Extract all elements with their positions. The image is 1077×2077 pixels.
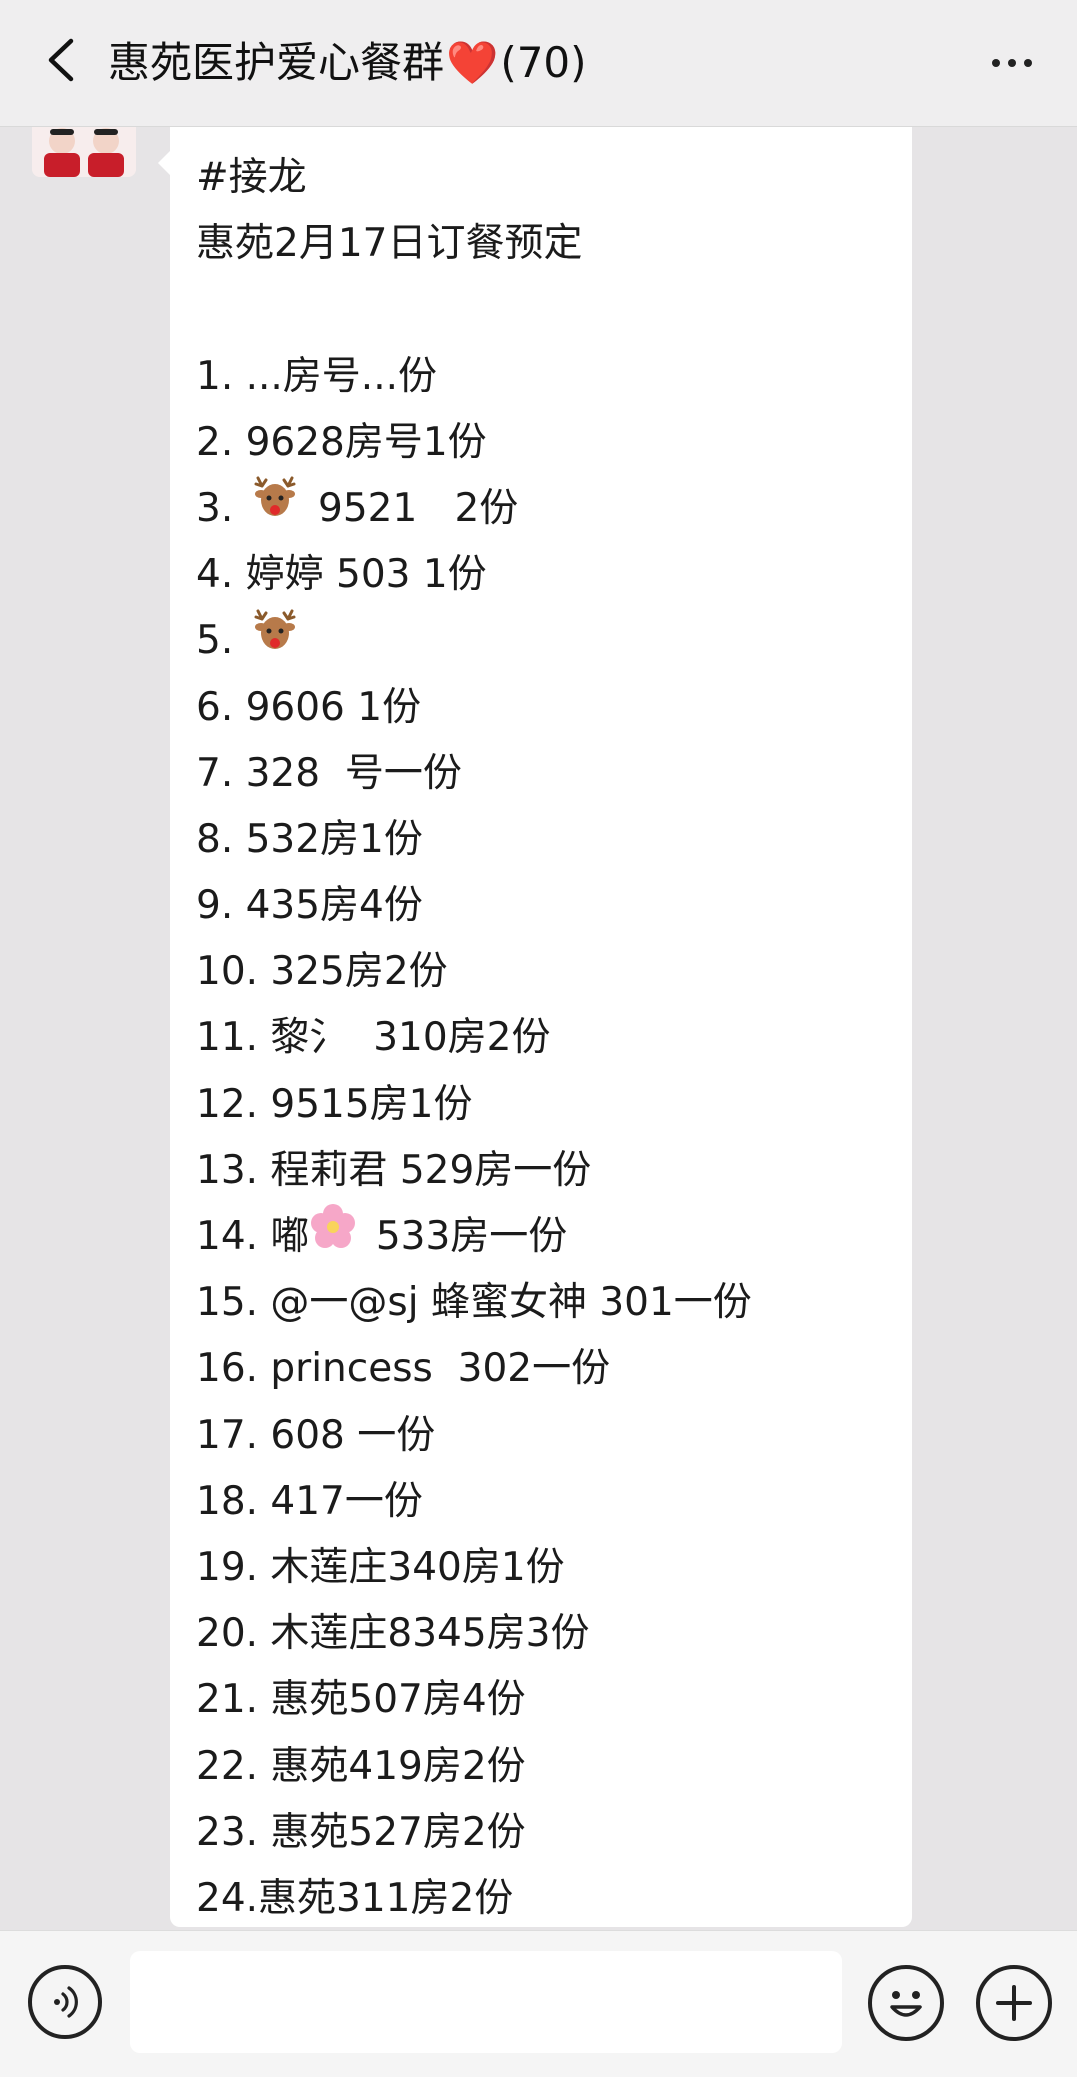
message-line: 9. 435房4份 [196,883,423,929]
message-line: 16. princess 302一份 [196,1346,611,1392]
plus-icon [996,1985,1032,2021]
message-line: 17. 608 一份 [196,1412,436,1458]
chat-header: 惠苑医护爱心餐群 ❤️ (70) [0,0,1077,127]
message-line: 11. 黎氵 310房2份 [196,1015,551,1061]
message-text: #接龙惠苑2月17日订餐预定 1. ...房号...份 2. 9628房号1份 3. … [196,145,896,1930]
heart-emoji: ❤️ [446,38,499,87]
message-line: 13. 程莉君 529房一份 [196,1147,592,1193]
message-line: 12. 9515房1份 [196,1081,473,1127]
message-line: 8. 532房1份 [196,816,423,862]
member-count: (70) [500,38,587,87]
message-line: 1. ...房号...份 [196,353,437,399]
message-line: 10. 325房2份 [196,949,448,995]
group-name: 惠苑医护爱心餐群 [108,38,445,87]
message-line: 24.惠苑311房2份 [196,1875,514,1921]
message-line: 15. @一@sj 蜂蜜女神 301一份 [196,1280,752,1326]
message-line: 5. [196,608,896,674]
message-line: 7. 328 号一份 [196,750,462,796]
avatar[interactable] [32,127,136,177]
emoji-button[interactable] [868,1965,944,2041]
message-bubble[interactable]: #接龙惠苑2月17日订餐预定 1. ...房号...份 2. 9628房号1份 3. … [158,127,912,1930]
voice-icon [54,1986,78,2018]
chat-title: 惠苑医护爱心餐群 ❤️ (70) [108,30,587,96]
message-line: 23. 惠苑527房2份 [196,1809,526,1855]
message-line: 14. 嘟 533房一份 [196,1203,896,1272]
input-bar [0,1930,1077,2077]
message-line: 22. 惠苑419房2份 [196,1743,526,1789]
deer-emoji-icon [250,474,300,543]
chat-area[interactable]: #接龙惠苑2月17日订餐预定 1. ...房号...份 2. 9628房号1份 3. … [0,127,1077,1930]
plus-button[interactable] [976,1965,1052,2041]
back-button[interactable] [30,30,90,90]
message-line: 4. 婷婷 503 1份 [196,552,487,598]
chevron-left-icon [48,38,74,82]
message-line: 2. 9628房号1份 [196,419,487,465]
voice-button[interactable] [28,1965,102,2039]
message-line: 18. 417一份 [196,1478,423,1524]
message-line [196,277,896,343]
message-line: 20. 木莲庄8345房3份 [196,1611,590,1657]
deer-emoji-icon [250,607,300,676]
message-line: 惠苑2月17日订餐预定 [196,221,583,267]
message-input[interactable] [130,1951,842,2053]
message-line: 19. 木莲庄340房1份 [196,1544,565,1590]
message-line: 6. 9606 1份 [196,684,422,730]
avatar-image [32,127,136,177]
message-line: 3. 9521 2份 [196,476,896,542]
message-line: #接龙 [196,155,307,200]
more-button[interactable] [977,30,1047,96]
emoji-icon [890,1991,922,2017]
message-line: 21. 惠苑507房4份 [196,1677,526,1723]
cherry-blossom-emoji-icon [309,1203,357,1272]
more-dots-icon [992,59,1000,67]
